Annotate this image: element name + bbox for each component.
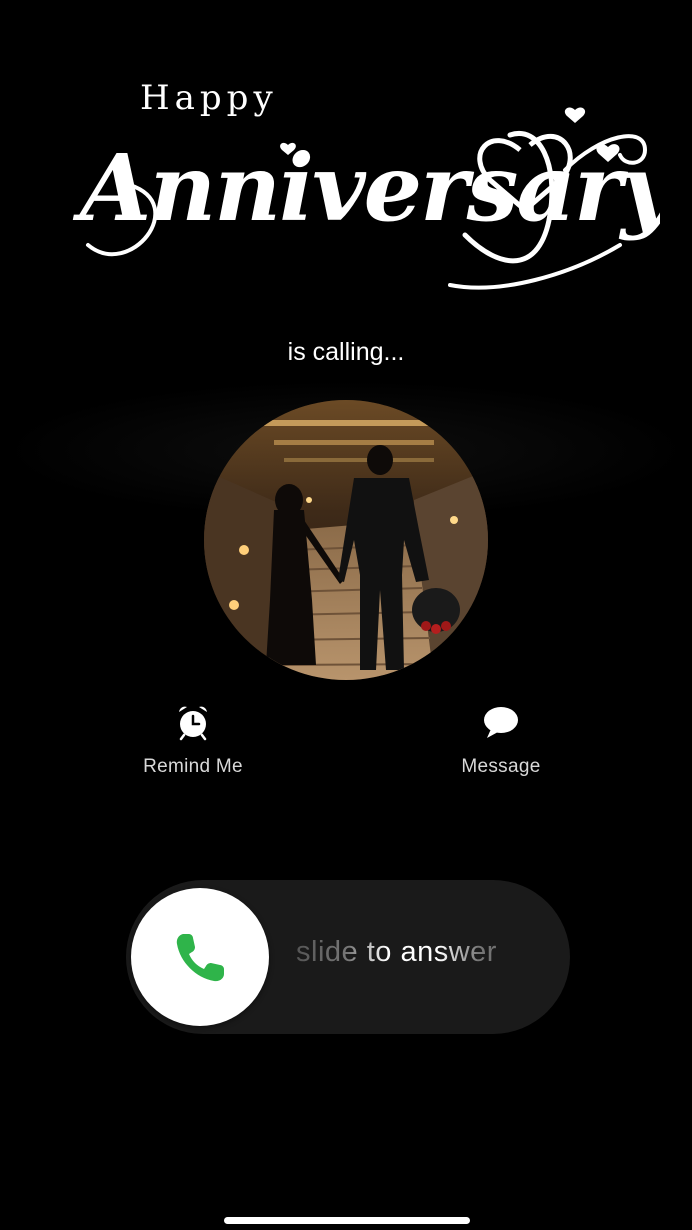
message-label: Message: [461, 756, 541, 777]
anniversary-script-title: Anniversary: [72, 107, 660, 290]
remind-me-label: Remind Me: [143, 756, 243, 777]
remind-me-button[interactable]: Remind Me: [113, 702, 273, 778]
call-status-text: is calling...: [287, 338, 405, 366]
slide-to-answer-track[interactable]: slide to answer: [126, 880, 570, 1034]
caller-photo: [204, 400, 488, 680]
alarm-clock-icon: [179, 706, 207, 741]
phone-icon: [176, 934, 224, 982]
message-bubble-icon: [484, 707, 518, 738]
home-indicator[interactable]: [224, 1217, 470, 1224]
anniversary-script-text: Anniversary: [72, 134, 660, 242]
caller-photo-illustration: [204, 400, 488, 680]
message-button[interactable]: Message: [421, 702, 581, 778]
slide-to-answer-text: slide to answer: [296, 936, 556, 969]
answer-slider-knob[interactable]: [131, 888, 269, 1026]
small-heart-icon: [564, 107, 586, 123]
